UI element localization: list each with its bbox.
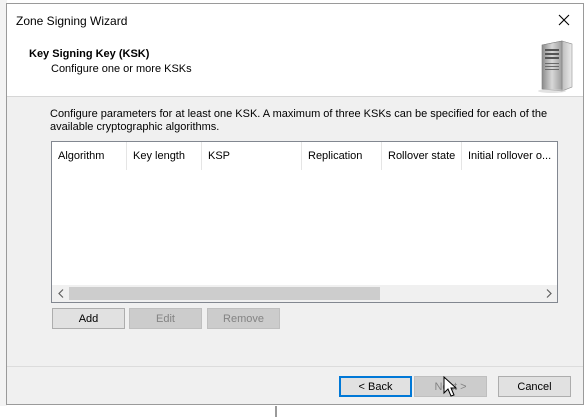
close-button[interactable] — [551, 8, 577, 32]
window-title: Zone Signing Wizard — [16, 14, 128, 28]
edit-button[interactable]: Edit — [129, 308, 202, 329]
chevron-left-icon — [57, 289, 63, 298]
mouse-cursor-icon — [443, 376, 458, 397]
column-header-key-length[interactable]: Key length — [127, 142, 202, 170]
desktop-background-bottom — [0, 406, 586, 417]
add-button[interactable]: Add — [52, 308, 125, 329]
column-header-replication[interactable]: Replication — [302, 142, 382, 170]
title-bar[interactable]: Zone Signing Wizard — [7, 4, 583, 34]
column-header-initial-rollover[interactable]: Initial rollover o... — [462, 142, 557, 170]
page-subtitle: Configure one or more KSKs — [51, 63, 192, 75]
page-title: Key Signing Key (KSK) — [29, 48, 150, 60]
cancel-button[interactable]: Cancel — [498, 376, 571, 397]
wizard-header: Key Signing Key (KSK) Configure one or m… — [7, 34, 583, 97]
column-header-algorithm[interactable]: Algorithm — [52, 142, 127, 170]
footer-divider — [7, 366, 583, 367]
ksk-list-header: Algorithm Key length KSP Replication Rol… — [52, 142, 557, 170]
close-icon — [558, 14, 570, 26]
ksk-list[interactable]: Algorithm Key length KSP Replication Rol… — [51, 141, 558, 303]
scrollbar-thumb[interactable] — [69, 287, 380, 300]
scroll-right-button[interactable] — [540, 285, 557, 302]
desktop-divider — [275, 406, 277, 417]
back-button[interactable]: < Back — [339, 376, 412, 397]
server-icon — [538, 40, 573, 93]
instructions-text: Configure parameters for at least one KS… — [50, 108, 548, 133]
scroll-left-button[interactable] — [52, 285, 69, 302]
column-header-ksp[interactable]: KSP — [202, 142, 302, 170]
zone-signing-wizard-dialog: Zone Signing Wizard Key Signing Key (KSK… — [6, 3, 584, 405]
horizontal-scrollbar[interactable] — [52, 285, 557, 302]
column-header-rollover-state[interactable]: Rollover state — [382, 142, 462, 170]
remove-button[interactable]: Remove — [207, 308, 280, 329]
chevron-right-icon — [546, 289, 552, 298]
